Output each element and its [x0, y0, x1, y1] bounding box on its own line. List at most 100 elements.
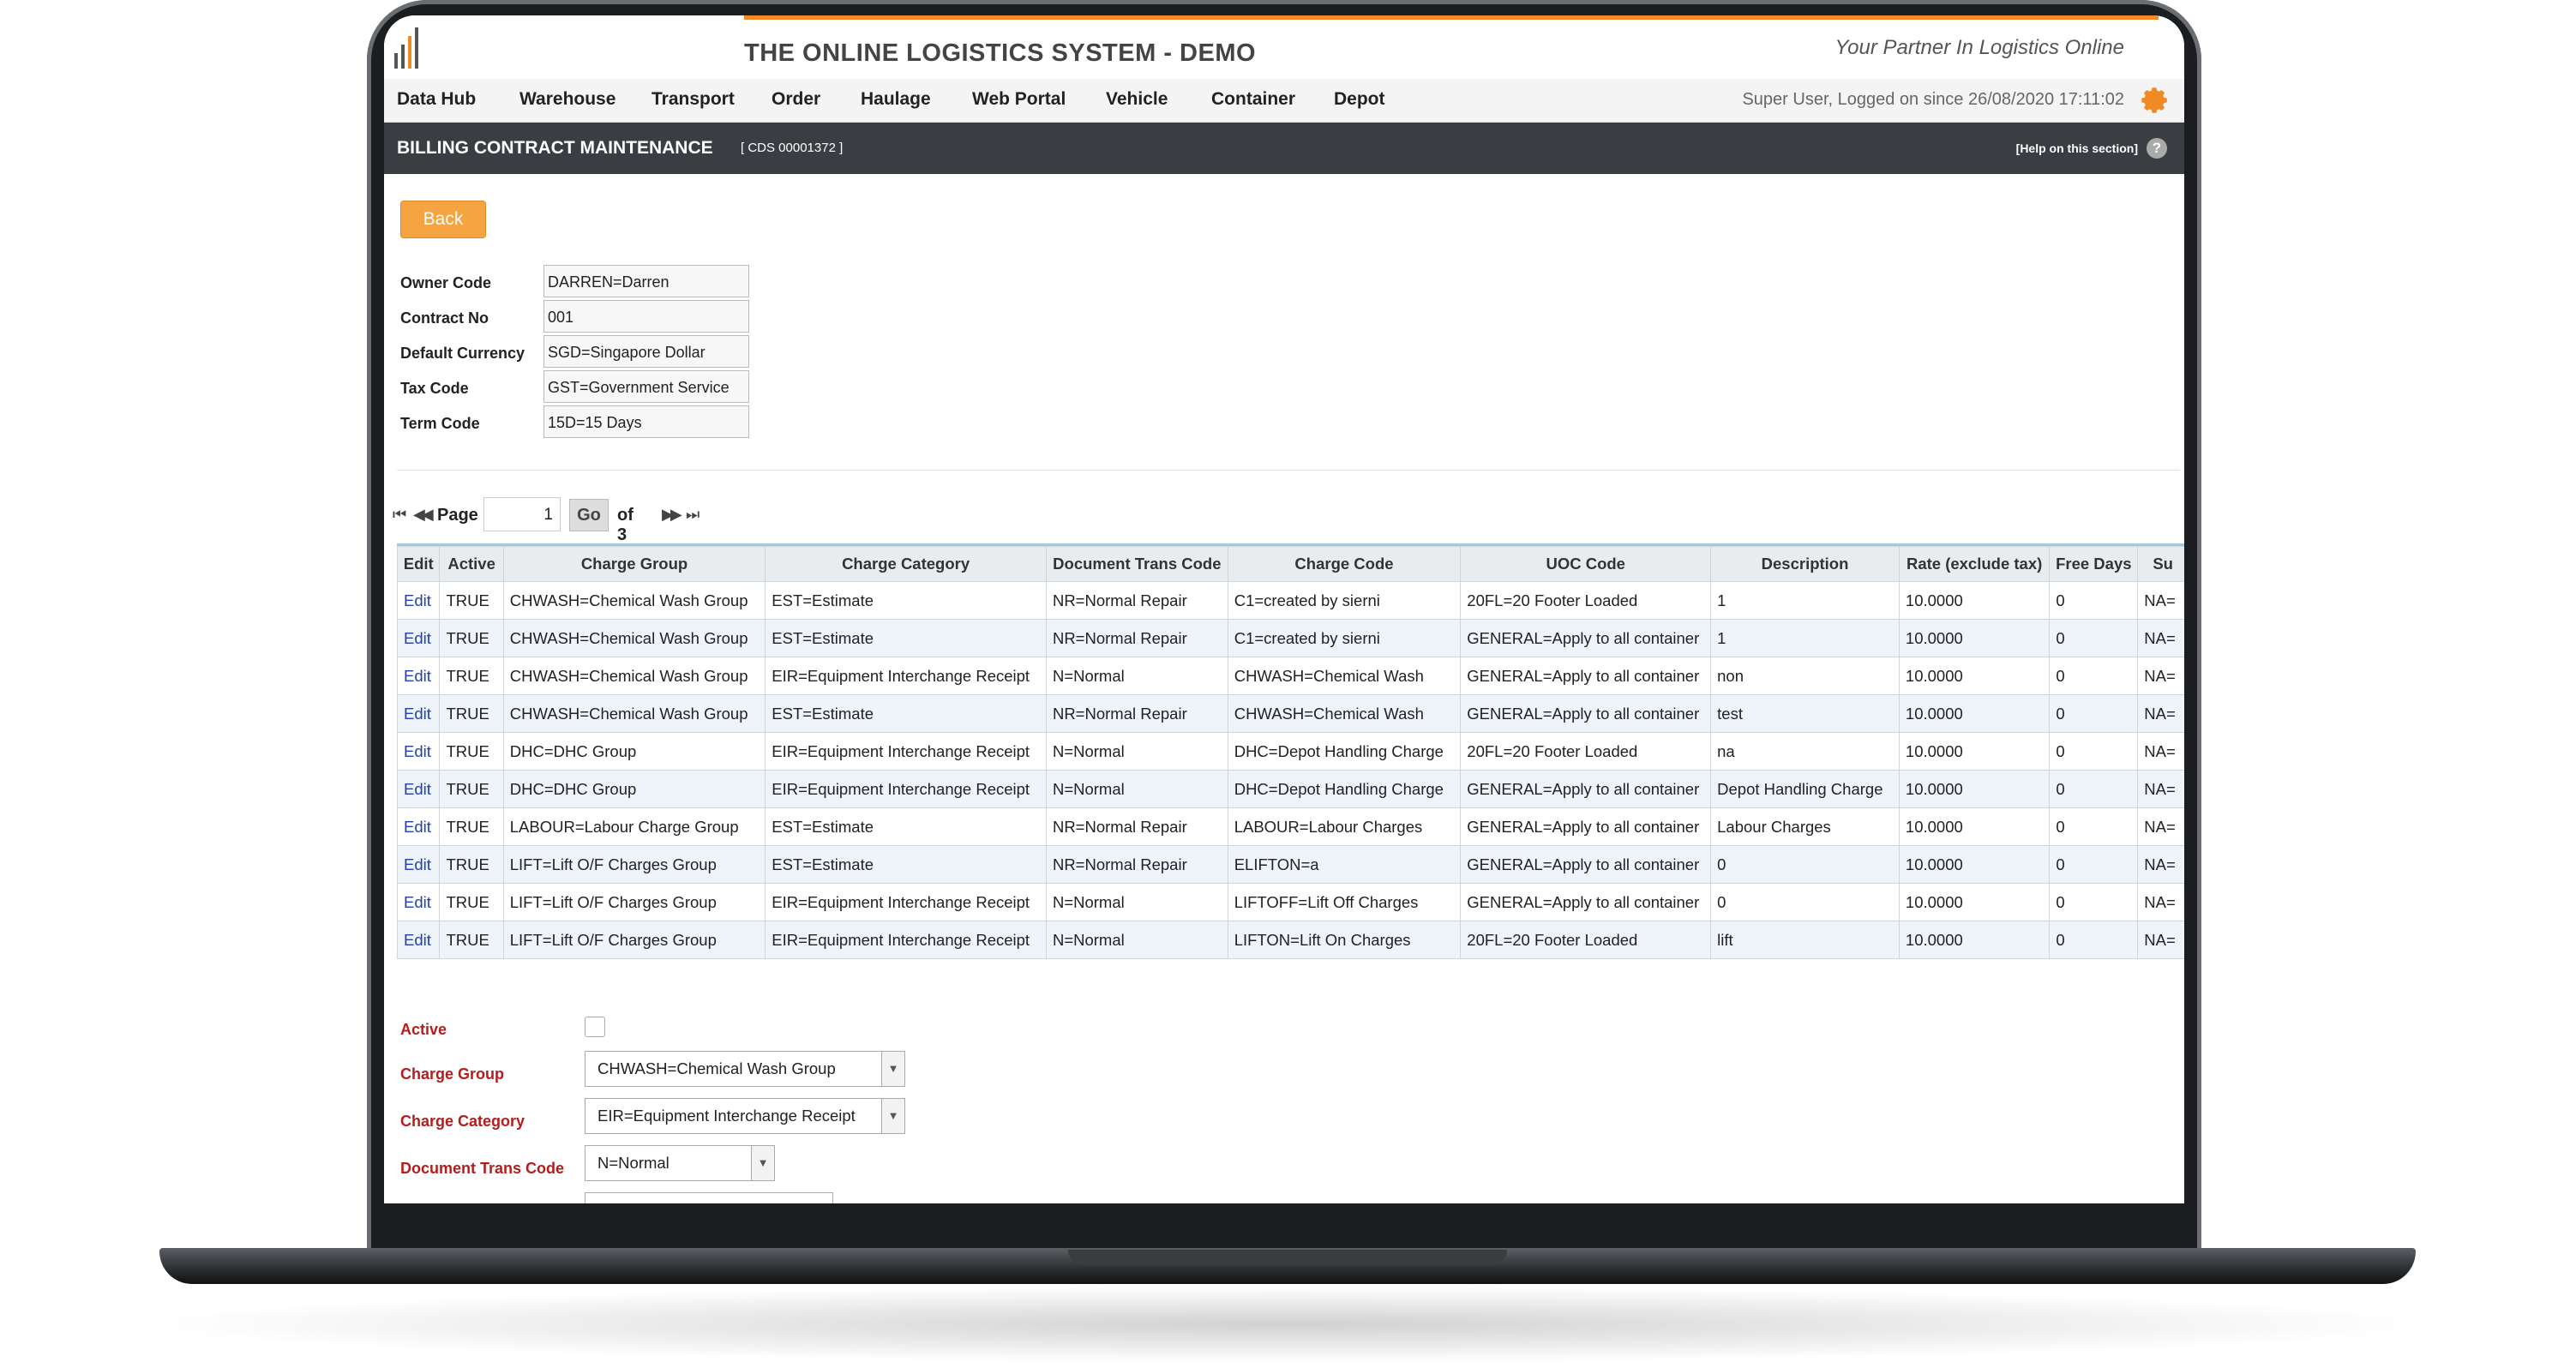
gear-icon[interactable]: [2141, 86, 2171, 115]
charge-category-select[interactable]: EIR=Equipment Interchange Receipt ▼: [585, 1098, 905, 1134]
table-row[interactable]: Edit TRUE CHWASH=Chemical Wash Group EST=Es…: [397, 694, 2184, 733]
next-field-select[interactable]: [585, 1192, 833, 1203]
active-cell: TRUE: [439, 921, 504, 959]
column-header[interactable]: Active: [439, 546, 504, 582]
table-row[interactable]: Edit TRUE DHC=DHC Group EIR=Equipment Inter…: [397, 770, 2184, 808]
charge-group-cell: CHWASH=Chemical Wash Group: [502, 581, 766, 620]
edit-link[interactable]: Edit: [397, 694, 441, 733]
column-header[interactable]: Edit: [397, 546, 441, 582]
nav-item-data-hub[interactable]: Data Hub: [397, 89, 476, 110]
rate-cell: 10.0000: [1898, 694, 2051, 733]
first-page-icon[interactable]: ⏮: [393, 506, 406, 524]
chevron-down-icon[interactable]: ▼: [751, 1146, 774, 1180]
table-row[interactable]: Edit TRUE CHWASH=Chemical Wash Group EIR=Eq…: [397, 657, 2184, 695]
chevron-down-icon[interactable]: ▼: [881, 1052, 904, 1086]
charge-code-cell: CHWASH=Chemical Wash: [1227, 694, 1462, 733]
charge-group-select[interactable]: CHWASH=Chemical Wash Group ▼: [585, 1051, 905, 1087]
edit-link[interactable]: Edit: [397, 883, 441, 921]
column-header[interactable]: Charge Code: [1227, 546, 1462, 582]
help-link[interactable]: [Help on this section]: [2016, 141, 2138, 155]
prev-page-icon[interactable]: ◀◀: [413, 506, 434, 524]
column-header[interactable]: Description: [1710, 546, 1900, 582]
description-cell: 0: [1710, 845, 1900, 884]
column-header[interactable]: Charge Category: [765, 546, 1047, 582]
nav-item-depot[interactable]: Depot: [1334, 89, 1385, 110]
doc-trans-code-cell: NR=Normal Repair: [1045, 694, 1228, 733]
charge-group-value: CHWASH=Chemical Wash Group: [597, 1059, 836, 1077]
rate-cell: 10.0000: [1898, 732, 2051, 771]
edit-link[interactable]: Edit: [397, 770, 441, 808]
login-status: Super User, Logged on since 26/08/2020 1…: [1742, 90, 2124, 109]
nav-item-web-portal[interactable]: Web Portal: [972, 89, 1066, 110]
table-row[interactable]: Edit TRUE LIFT=Lift O/F Charges Group EST=E…: [397, 845, 2184, 884]
table-row[interactable]: Edit TRUE DHC=DHC Group EIR=Equipment Inter…: [397, 732, 2184, 771]
su-cell: NA=: [2137, 619, 2184, 657]
su-cell: NA=: [2137, 581, 2184, 620]
table-row[interactable]: Edit TRUE LABOUR=Labour Charge Group EST=Es…: [397, 807, 2184, 846]
charge-category-cell: EST=Estimate: [765, 581, 1047, 620]
next-page-icon[interactable]: ▶▶: [662, 506, 682, 524]
nav-item-warehouse[interactable]: Warehouse: [519, 89, 615, 110]
nav-item-transport[interactable]: Transport: [652, 89, 735, 110]
term-code-label: Term Code: [400, 415, 480, 432]
table-row[interactable]: Edit TRUE LIFT=Lift O/F Charges Group EIR=E…: [397, 921, 2184, 959]
charge-group-cell: DHC=DHC Group: [502, 732, 766, 771]
edit-link[interactable]: Edit: [397, 619, 441, 657]
rate-cell: 10.0000: [1898, 845, 2051, 884]
table-row[interactable]: Edit TRUE CHWASH=Chemical Wash Group EST=Es…: [397, 619, 2184, 657]
column-header[interactable]: Free Days: [2049, 546, 2139, 582]
uoc-code-cell: GENERAL=Apply to all container: [1460, 657, 1712, 695]
active-cell: TRUE: [439, 845, 504, 884]
su-cell: NA=: [2137, 770, 2184, 808]
su-cell: NA=: [2137, 657, 2184, 695]
page-label: Page: [437, 506, 478, 525]
last-page-icon[interactable]: ⏭: [686, 506, 700, 524]
doc-trans-code-cell: NR=Normal Repair: [1045, 619, 1228, 657]
table-row[interactable]: Edit TRUE LIFT=Lift O/F Charges Group EIR=E…: [397, 883, 2184, 921]
active-checkbox[interactable]: [585, 1017, 605, 1037]
edit-link[interactable]: Edit: [397, 657, 441, 695]
header-accent-line: [744, 15, 2159, 20]
doc-trans-code-cell: N=Normal: [1045, 921, 1228, 959]
owner-code-label: Owner Code: [400, 274, 492, 291]
doc-trans-code-value: N=Normal: [597, 1154, 670, 1172]
uoc-code-cell: 20FL=20 Footer Loaded: [1460, 921, 1712, 959]
page-count-label: of 3: [617, 506, 633, 544]
doc-trans-code-select[interactable]: N=Normal ▼: [585, 1145, 775, 1181]
page-number-input[interactable]: 1: [483, 497, 561, 531]
free-days-cell: 0: [2049, 657, 2139, 695]
uoc-code-cell: GENERAL=Apply to all container: [1460, 845, 1712, 884]
charge-code-cell: CHWASH=Chemical Wash: [1227, 657, 1462, 695]
edit-link[interactable]: Edit: [397, 921, 441, 959]
column-header[interactable]: Su: [2137, 546, 2184, 582]
nav-item-haulage[interactable]: Haulage: [861, 89, 931, 110]
logo-icon: [394, 27, 432, 69]
uoc-code-cell: GENERAL=Apply to all container: [1460, 619, 1712, 657]
active-cell: TRUE: [439, 657, 504, 695]
su-cell: NA=: [2137, 694, 2184, 733]
su-cell: NA=: [2137, 883, 2184, 921]
go-button[interactable]: Go: [569, 499, 609, 531]
uoc-code-cell: 20FL=20 Footer Loaded: [1460, 581, 1712, 620]
edit-link[interactable]: Edit: [397, 845, 441, 884]
nav-item-container[interactable]: Container: [1211, 89, 1295, 110]
edit-link[interactable]: Edit: [397, 581, 441, 620]
help-icon[interactable]: ?: [2147, 138, 2167, 159]
chevron-down-icon[interactable]: ▼: [881, 1099, 904, 1133]
free-days-cell: 0: [2049, 883, 2139, 921]
back-button[interactable]: Back: [400, 201, 486, 238]
column-header[interactable]: Rate (exclude tax): [1898, 546, 2051, 582]
column-header[interactable]: UOC Code: [1460, 546, 1712, 582]
app-screen: THE ONLINE LOGISTICS SYSTEM - DEMO Your …: [384, 15, 2184, 1203]
nav-item-order[interactable]: Order: [772, 89, 820, 110]
free-days-cell: 0: [2049, 921, 2139, 959]
uoc-code-cell: GENERAL=Apply to all container: [1460, 807, 1712, 846]
edit-link[interactable]: Edit: [397, 732, 441, 771]
column-header[interactable]: Charge Group: [502, 546, 766, 582]
edit-link[interactable]: Edit: [397, 807, 441, 846]
doc-trans-code-cell: NR=Normal Repair: [1045, 581, 1228, 620]
nav-item-vehicle[interactable]: Vehicle: [1106, 89, 1168, 110]
table-row[interactable]: Edit TRUE CHWASH=Chemical Wash Group EST=Es…: [397, 581, 2184, 620]
column-header[interactable]: Document Trans Code: [1045, 546, 1228, 582]
doc-trans-code-cell: N=Normal: [1045, 657, 1228, 695]
